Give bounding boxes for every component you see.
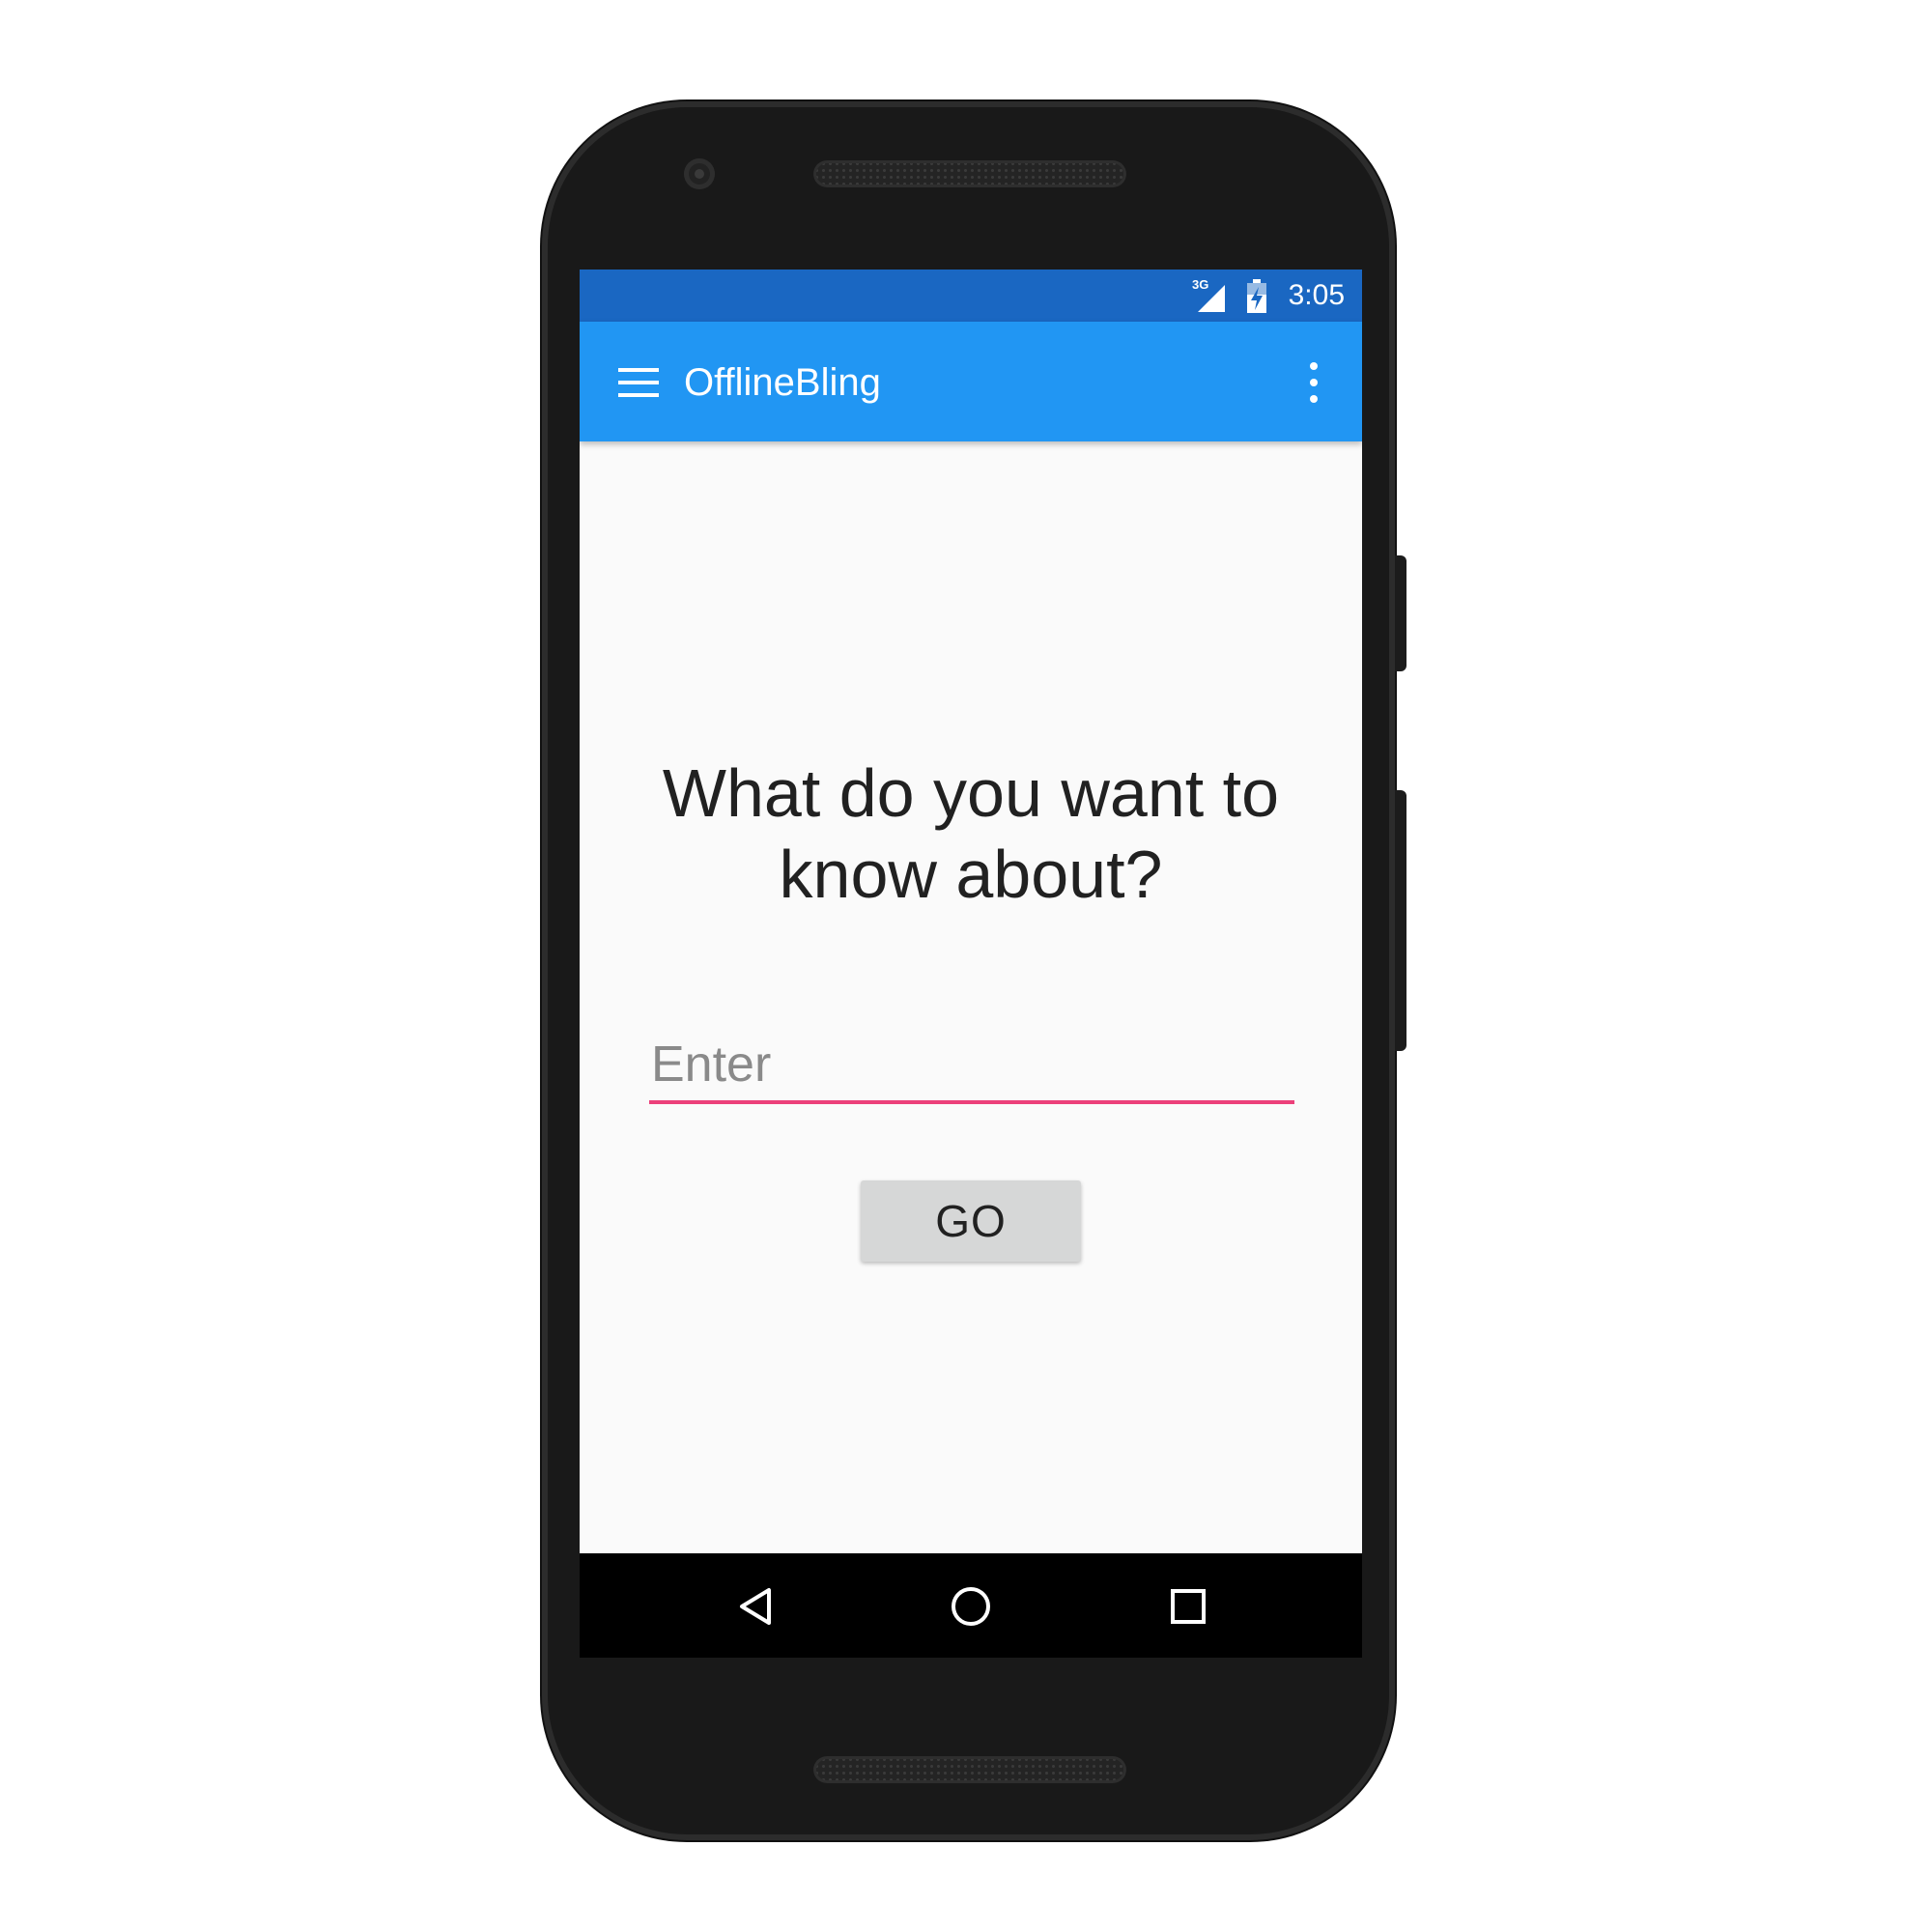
status-bar: 3G 3:05 <box>580 270 1362 322</box>
question-heading: What do you want to know about? <box>662 755 1280 912</box>
top-speaker <box>813 160 1126 187</box>
canvas: 3G 3:05 OfflineBling What do you want to… <box>0 0 1932 1932</box>
back-triangle-icon[interactable] <box>732 1582 781 1631</box>
device-screen: 3G 3:05 OfflineBling What do you want to… <box>580 270 1362 1658</box>
battery-charging-icon <box>1247 279 1266 313</box>
go-button[interactable]: GO <box>861 1180 1081 1262</box>
app-bar: OfflineBling <box>580 322 1362 441</box>
app-title: OfflineBling <box>684 361 881 404</box>
bottom-speaker <box>813 1756 1126 1783</box>
hamburger-menu-icon[interactable] <box>618 368 659 397</box>
status-time: 3:05 <box>1288 279 1345 311</box>
front-camera <box>684 158 715 189</box>
query-input-container <box>649 1033 1294 1104</box>
query-input[interactable] <box>649 1033 1294 1104</box>
cell-signal-icon <box>1198 285 1225 312</box>
home-circle-icon[interactable] <box>947 1582 995 1631</box>
navigation-bar <box>580 1553 1362 1658</box>
more-vert-icon[interactable] <box>1304 362 1323 403</box>
volume-button[interactable] <box>1395 790 1406 1051</box>
recents-square-icon[interactable] <box>1164 1582 1212 1631</box>
power-button[interactable] <box>1395 555 1406 671</box>
